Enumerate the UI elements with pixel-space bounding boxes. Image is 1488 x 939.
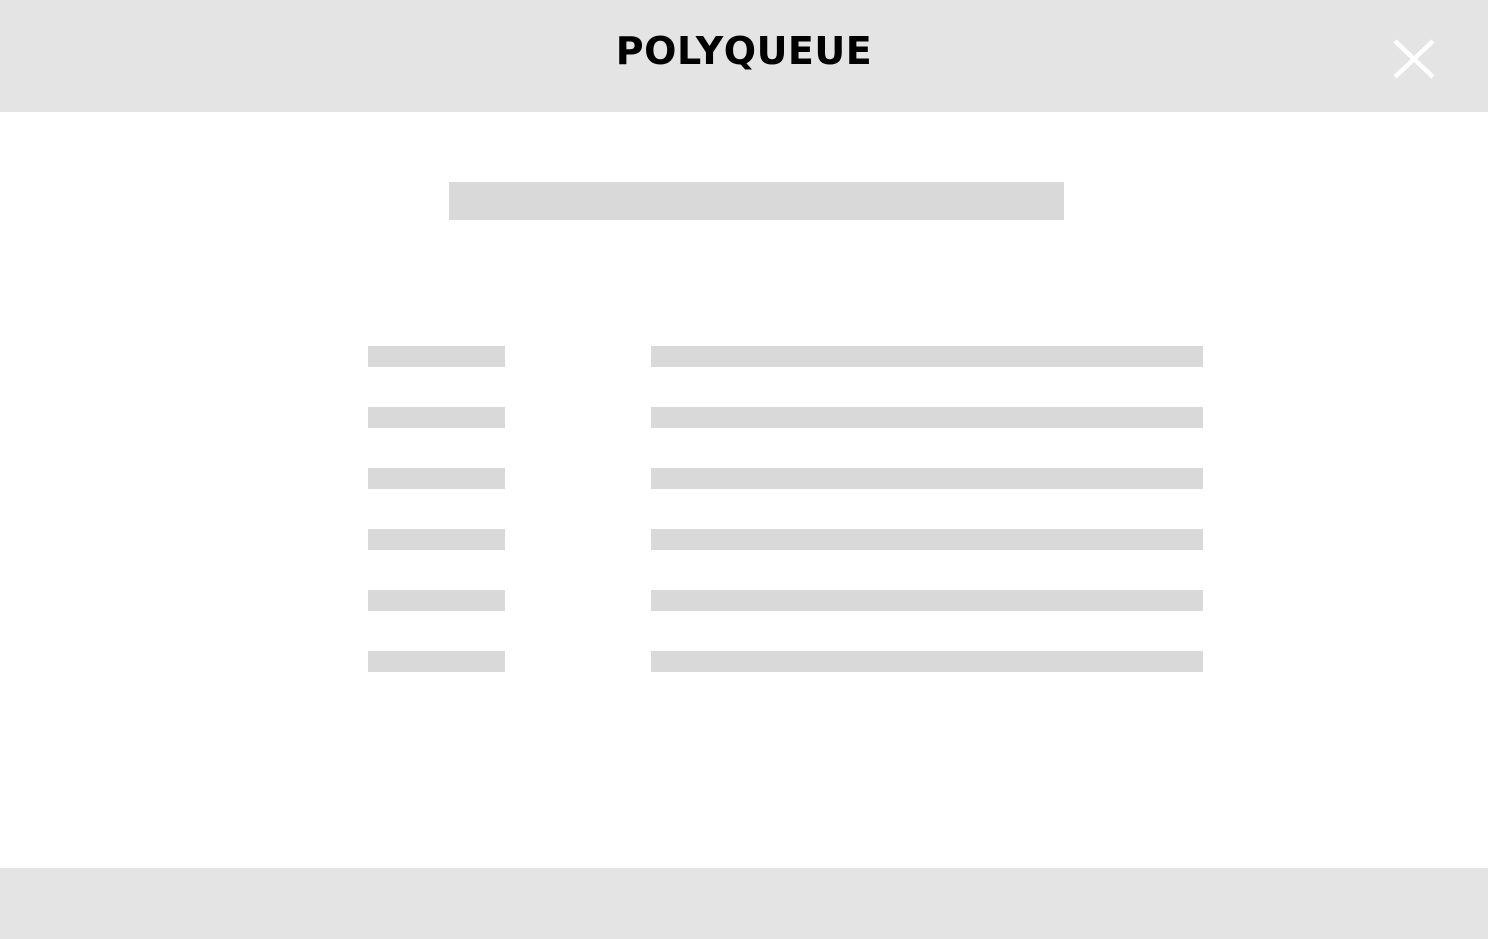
value-loading-placeholder [651,346,1203,367]
label-loading-placeholder [368,529,505,550]
list-item [368,590,1203,611]
close-button[interactable] [1390,36,1438,82]
main-content [0,112,1488,868]
list-item [368,651,1203,672]
app-title: POLYQUEUE [615,29,873,73]
label-loading-placeholder [368,590,505,611]
header-bar: POLYQUEUE [0,0,1488,112]
footer-bar [0,868,1488,939]
list-item [368,407,1203,428]
list-item [368,529,1203,550]
value-loading-placeholder [651,468,1203,489]
list-item [368,346,1203,367]
label-loading-placeholder [368,651,505,672]
close-icon [1393,39,1435,79]
label-loading-placeholder [368,407,505,428]
value-loading-placeholder [651,590,1203,611]
list-item [368,468,1203,489]
value-loading-placeholder [651,529,1203,550]
value-loading-placeholder [651,651,1203,672]
label-loading-placeholder [368,468,505,489]
detail-list [0,112,1488,868]
value-loading-placeholder [651,407,1203,428]
label-loading-placeholder [368,346,505,367]
